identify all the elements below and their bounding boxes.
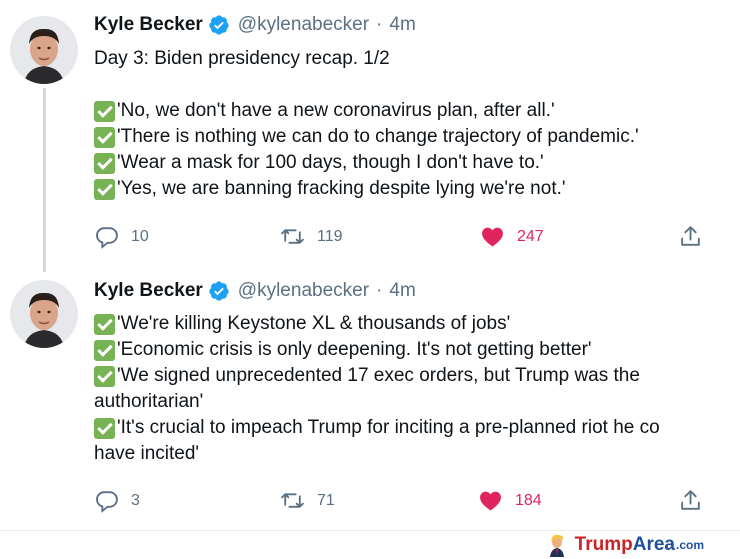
check-mark-icon bbox=[94, 339, 115, 361]
tweet-line-text: 'There is nothing we can do to change tr… bbox=[117, 126, 639, 147]
verified-badge-icon bbox=[209, 281, 229, 301]
tweet-line: 'We're killing Keystone XL & thousands o… bbox=[94, 311, 740, 337]
trump-figure-icon bbox=[549, 534, 564, 557]
tweet-line-text: 'We signed unprecedented 17 exec orders,… bbox=[117, 365, 640, 386]
tweet-2[interactable]: Kyle Becker @kylenabecker · 4m 'We're ki… bbox=[0, 272, 740, 530]
author-name[interactable]: Kyle Becker bbox=[94, 280, 203, 302]
check-mark-icon bbox=[94, 365, 115, 387]
like-count: 247 bbox=[517, 227, 544, 245]
reply-icon bbox=[96, 491, 118, 513]
tweet-text: 'We're killing Keystone XL & thousands o… bbox=[94, 311, 740, 467]
tweet-actions: 10 119 247 bbox=[94, 224, 714, 254]
author-name[interactable]: Kyle Becker bbox=[94, 14, 203, 36]
tweet-header: Kyle Becker @kylenabecker · 4m bbox=[94, 14, 416, 36]
tweet-line: 'It's crucial to impeach Trump for incit… bbox=[94, 415, 740, 441]
author-handle[interactable]: @kylenabecker bbox=[238, 14, 369, 36]
share-button[interactable] bbox=[678, 488, 715, 513]
check-mark-icon bbox=[94, 417, 115, 439]
like-button[interactable]: 184 bbox=[478, 488, 542, 513]
share-icon bbox=[681, 226, 700, 246]
retweet-icon bbox=[281, 493, 304, 508]
tweet-line-text: authoritarian' bbox=[94, 391, 204, 412]
tweet-line: 'Wear a mask for 100 days, though I don'… bbox=[94, 150, 740, 176]
tweet-line-text: have incited' bbox=[94, 443, 200, 464]
check-mark-icon bbox=[94, 178, 115, 200]
retweet-icon bbox=[281, 229, 304, 244]
tweet-text: Day 3: Biden presidency recap. 1/2 'No, … bbox=[94, 46, 740, 202]
tweet-line-text: 'Yes, we are banning fracking despite ly… bbox=[117, 178, 566, 199]
reply-button[interactable]: 3 bbox=[94, 488, 140, 513]
verified-badge-icon bbox=[209, 15, 229, 35]
author-handle[interactable]: @kylenabecker bbox=[238, 280, 369, 302]
tweet-line: 'Yes, we are banning fracking despite ly… bbox=[94, 176, 740, 202]
tweet-actions: 3 71 184 bbox=[94, 488, 714, 518]
watermark-suffix: .com bbox=[675, 538, 704, 552]
heart-icon bbox=[480, 491, 501, 511]
tweet-timestamp[interactable]: 4m bbox=[389, 14, 415, 36]
tweet-line-text: Day 3: Biden presidency recap. 1/2 bbox=[94, 48, 390, 69]
tweet-line: 'Economic crisis is only deepening. It's… bbox=[94, 337, 740, 363]
tweet-line: 'No, we don't have a new coronavirus pla… bbox=[94, 98, 740, 124]
tweet-line: 'There is nothing we can do to change tr… bbox=[94, 124, 740, 150]
tweet-line: Day 3: Biden presidency recap. 1/2 bbox=[94, 46, 740, 72]
avatar[interactable] bbox=[10, 280, 78, 348]
separator-dot: · bbox=[376, 280, 383, 301]
heart-icon bbox=[482, 227, 503, 247]
check-mark-icon bbox=[94, 100, 115, 122]
thread-connector-line bbox=[43, 88, 46, 272]
retweet-button[interactable]: 119 bbox=[280, 224, 343, 249]
tweet-line-text: 'We're killing Keystone XL & thousands o… bbox=[117, 313, 511, 334]
share-button[interactable] bbox=[678, 224, 715, 249]
reply-button[interactable]: 10 bbox=[94, 224, 149, 249]
separator-dot: · bbox=[376, 14, 383, 35]
retweet-count: 119 bbox=[317, 227, 343, 245]
tweet-1[interactable]: Kyle Becker @kylenabecker · 4m Day 3: Bi… bbox=[0, 0, 740, 272]
share-icon bbox=[681, 490, 700, 510]
avatar[interactable] bbox=[10, 16, 78, 84]
tweet-line-text: 'Wear a mask for 100 days, though I don'… bbox=[117, 152, 544, 173]
check-mark-icon bbox=[94, 152, 115, 174]
retweet-count: 71 bbox=[317, 491, 335, 509]
tweet-line-text: 'It's crucial to impeach Trump for incit… bbox=[117, 417, 660, 438]
watermark-text-blue: Area bbox=[632, 534, 675, 555]
check-mark-icon bbox=[94, 126, 115, 148]
reply-count: 3 bbox=[131, 491, 140, 509]
tweet-timestamp[interactable]: 4m bbox=[389, 280, 415, 302]
like-button[interactable]: 247 bbox=[480, 224, 544, 249]
tweet-line: 'We signed unprecedented 17 exec orders,… bbox=[94, 363, 740, 389]
watermark-text-red: Trump bbox=[574, 534, 633, 555]
reply-icon bbox=[96, 227, 118, 249]
reply-count: 10 bbox=[131, 227, 149, 245]
tweet-header: Kyle Becker @kylenabecker · 4m bbox=[94, 280, 416, 302]
tweet-line: have incited' bbox=[94, 441, 740, 467]
check-mark-icon bbox=[94, 313, 115, 335]
tweet-line-text: 'No, we don't have a new coronavirus pla… bbox=[117, 100, 555, 121]
watermark-logo: Trump Area .com bbox=[545, 533, 704, 557]
tweet-line: authoritarian' bbox=[94, 389, 740, 415]
like-count: 184 bbox=[515, 491, 542, 509]
divider bbox=[0, 530, 740, 531]
tweet-line-text: 'Economic crisis is only deepening. It's… bbox=[117, 339, 592, 360]
retweet-button[interactable]: 71 bbox=[280, 488, 335, 513]
